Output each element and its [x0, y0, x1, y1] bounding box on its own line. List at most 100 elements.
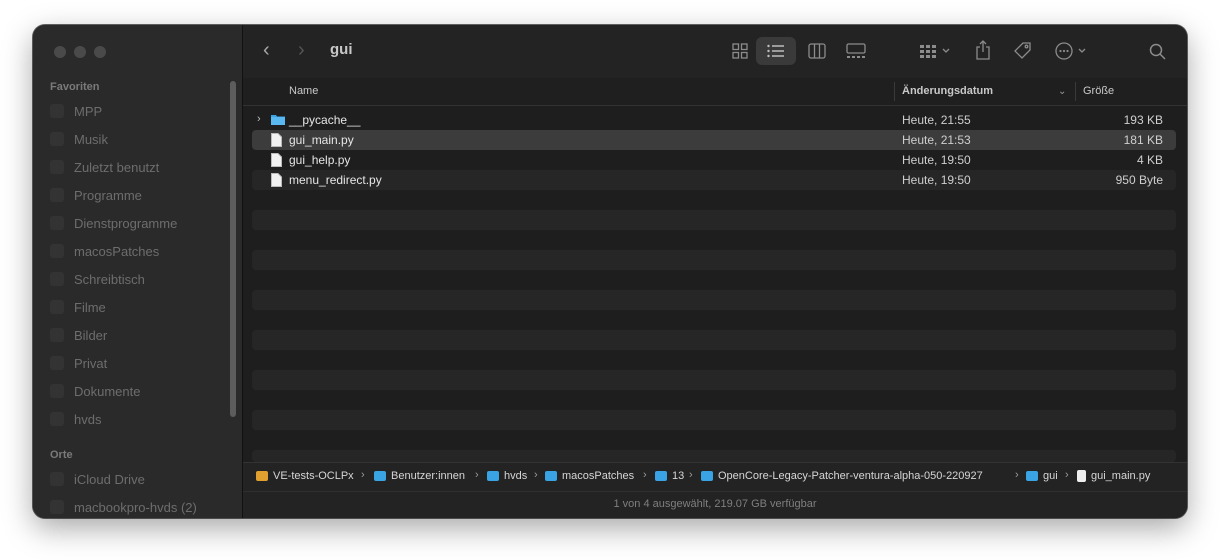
gallery-view-button[interactable]	[846, 43, 866, 59]
more-actions-icon[interactable]	[1055, 42, 1089, 60]
film-icon	[50, 300, 64, 314]
clock-icon	[50, 160, 64, 174]
column-name-header[interactable]: Name	[289, 85, 318, 97]
share-icon[interactable]	[975, 39, 991, 61]
sidebar-scrollbar[interactable]	[230, 81, 236, 417]
empty-row-stripe	[252, 290, 1176, 310]
list-item-gui-help[interactable]: gui_help.py Heute, 19:50 4 KB	[252, 150, 1176, 170]
back-button[interactable]: ‹	[263, 39, 270, 62]
sort-chevron-icon: ⌄	[1058, 86, 1067, 97]
empty-row-stripe	[252, 370, 1176, 390]
folder-icon	[545, 471, 557, 481]
empty-row-stripe	[252, 330, 1176, 350]
file-icon	[271, 133, 282, 147]
sidebar-item-schreibtisch[interactable]: Schreibtisch	[50, 268, 145, 290]
music-icon	[50, 132, 64, 146]
drive-icon	[256, 471, 268, 481]
column-date-header[interactable]: Änderungsdatum	[902, 85, 993, 97]
sidebar-item-privat[interactable]: Privat	[50, 352, 107, 374]
path-bar: VE-tests-OCLPx › Benutzer:innen › hvds ›…	[243, 462, 1187, 491]
empty-row-stripe	[252, 450, 1176, 462]
home-folder-icon	[487, 471, 499, 481]
computer-icon	[50, 500, 64, 514]
zoom-button[interactable]	[94, 46, 106, 58]
list-item-pycache[interactable]: › __pycache__ Heute, 21:55 193 KB	[252, 110, 1176, 130]
folder-icon	[50, 412, 64, 426]
column-separator	[894, 82, 895, 101]
sidebar-item-zuletzt-benutzt[interactable]: Zuletzt benutzt	[50, 156, 159, 178]
desktop-icon	[50, 272, 64, 286]
sidebar: Favoriten MPP Musik Zuletzt benutzt Prog…	[33, 25, 243, 518]
path-item-drive[interactable]: VE-tests-OCLPx	[256, 470, 354, 482]
column-size-header[interactable]: Größe	[1083, 85, 1114, 97]
path-chevron-icon: ›	[643, 469, 647, 481]
folder-icon	[50, 244, 64, 258]
list-item-gui-main[interactable]: gui_main.py Heute, 21:53 181 KB	[252, 130, 1176, 150]
minimize-button[interactable]	[74, 46, 86, 58]
folder-icon	[655, 471, 667, 481]
list-item-menu-redirect[interactable]: menu_redirect.py Heute, 19:50 950 Byte	[252, 170, 1176, 190]
sidebar-item-programme[interactable]: Programme	[50, 184, 142, 206]
path-chevron-icon: ›	[1015, 469, 1019, 481]
path-item-hvds[interactable]: hvds	[487, 470, 527, 482]
path-chevron-icon: ›	[361, 469, 365, 481]
list-view-button[interactable]	[767, 43, 785, 59]
doc-icon	[50, 384, 64, 398]
icon-view-button[interactable]	[732, 43, 748, 59]
tools-icon	[50, 216, 64, 230]
file-icon	[1077, 470, 1086, 482]
window-title: gui	[330, 41, 353, 58]
path-chevron-icon: ›	[1065, 469, 1069, 481]
sidebar-item-mpp[interactable]: MPP	[50, 100, 102, 122]
sidebar-item-hvds[interactable]: hvds	[50, 408, 101, 430]
close-button[interactable]	[54, 46, 66, 58]
disclosure-chevron-icon[interactable]: ›	[257, 113, 261, 125]
main-pane: ‹ › gui Name Änderungsdatum ⌄ Größe › __…	[243, 25, 1187, 518]
sidebar-item-filme[interactable]: Filme	[50, 296, 106, 318]
empty-row-stripe	[252, 210, 1176, 230]
file-icon	[271, 153, 282, 167]
folder-icon	[701, 471, 713, 481]
path-item-13[interactable]: 13	[655, 470, 684, 482]
path-chevron-icon: ›	[475, 469, 479, 481]
photo-icon	[50, 328, 64, 342]
path-item-gui[interactable]: gui	[1026, 470, 1058, 482]
home-icon	[50, 356, 64, 370]
folder-icon	[374, 471, 386, 481]
status-bar: 1 von 4 ausgewählt, 219.07 GB verfügbar	[243, 491, 1187, 518]
group-button[interactable]	[919, 43, 951, 59]
forward-button[interactable]: ›	[298, 39, 305, 62]
path-item-benutzer[interactable]: Benutzer:innen	[374, 470, 465, 482]
sidebar-item-icloud-drive[interactable]: iCloud Drive	[50, 468, 145, 490]
column-view-button[interactable]	[808, 43, 826, 59]
path-item-gui-main[interactable]: gui_main.py	[1077, 470, 1150, 482]
search-icon[interactable]	[1149, 43, 1167, 61]
path-item-oclp[interactable]: OpenCore-Legacy-Patcher-ventura-alpha-05…	[701, 470, 983, 482]
folder-icon	[50, 104, 64, 118]
tag-icon[interactable]	[1013, 41, 1033, 61]
sidebar-item-dienstprogramme[interactable]: Dienstprogramme	[50, 212, 177, 234]
file-list: › __pycache__ Heute, 21:55 193 KB gui_ma…	[252, 110, 1176, 190]
sidebar-item-dokumente[interactable]: Dokumente	[50, 380, 140, 402]
toolbar: ‹ › gui	[243, 25, 1187, 79]
column-separator	[1075, 82, 1076, 101]
window-controls	[54, 46, 106, 58]
folder-icon	[1026, 471, 1038, 481]
folder-icon	[271, 115, 285, 125]
sidebar-heading-places: Orte	[50, 449, 73, 461]
finder-window: Favoriten MPP Musik Zuletzt benutzt Prog…	[33, 25, 1187, 518]
file-icon	[271, 173, 282, 187]
apps-icon	[50, 188, 64, 202]
path-chevron-icon: ›	[534, 469, 538, 481]
empty-row-stripe	[252, 410, 1176, 430]
empty-row-stripe	[252, 250, 1176, 270]
column-header: Name Änderungsdatum ⌄ Größe	[243, 78, 1187, 106]
path-chevron-icon: ›	[689, 469, 693, 481]
sidebar-heading-favorites: Favoriten	[50, 81, 100, 93]
sidebar-item-macbookpro[interactable]: macbookpro-hvds (2)	[50, 496, 197, 518]
sidebar-item-bilder[interactable]: Bilder	[50, 324, 107, 346]
sidebar-item-macospatches[interactable]: macosPatches	[50, 240, 159, 262]
sidebar-item-musik[interactable]: Musik	[50, 128, 108, 150]
cloud-icon	[50, 472, 64, 486]
path-item-macospatches[interactable]: macosPatches	[545, 470, 634, 482]
